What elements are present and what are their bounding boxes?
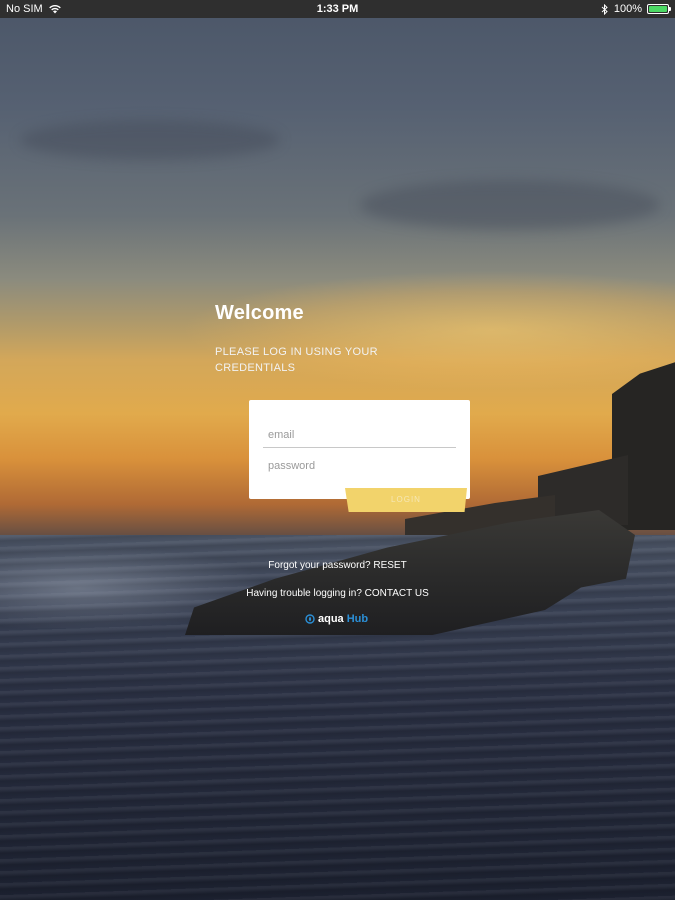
login-instructions: PLEASE LOG IN USING YOUR CREDENTIALS bbox=[215, 346, 378, 374]
cloud bbox=[360, 180, 660, 230]
logo-text-hub: Hub bbox=[346, 613, 369, 625]
aquahub-logo: aqua Hub bbox=[305, 613, 368, 625]
bluetooth-icon bbox=[601, 3, 608, 15]
status-bar: No SIM 1:33 PM 100% bbox=[0, 0, 675, 18]
status-right: 100% bbox=[601, 3, 671, 15]
battery-icon bbox=[647, 4, 671, 14]
trouble-logging-text: Having trouble logging in? bbox=[246, 588, 362, 599]
forgot-password-line: Forgot your password? RESET bbox=[0, 560, 675, 571]
aquahub-logo-icon bbox=[305, 614, 315, 624]
cloud bbox=[20, 120, 280, 160]
logo-text-aqua: aqua bbox=[318, 613, 344, 625]
welcome-title: Welcome bbox=[215, 302, 304, 324]
reset-password-link[interactable]: RESET bbox=[373, 560, 406, 571]
email-field[interactable] bbox=[263, 422, 456, 448]
trouble-logging-line: Having trouble logging in? CONTACT US bbox=[0, 588, 675, 599]
login-button[interactable]: LOGIN bbox=[345, 488, 467, 512]
password-field[interactable] bbox=[263, 453, 456, 479]
status-time: 1:33 PM bbox=[316, 3, 359, 15]
login-form-card bbox=[249, 400, 470, 499]
battery-tip bbox=[669, 7, 671, 11]
battery-fill bbox=[649, 6, 667, 12]
contact-us-link[interactable]: CONTACT US bbox=[365, 588, 429, 599]
login-screen: No SIM 1:33 PM 100% Welcome PLEASE LOG I… bbox=[0, 0, 675, 900]
forgot-password-text: Forgot your password? bbox=[268, 560, 371, 571]
battery-percentage: 100% bbox=[613, 3, 642, 15]
